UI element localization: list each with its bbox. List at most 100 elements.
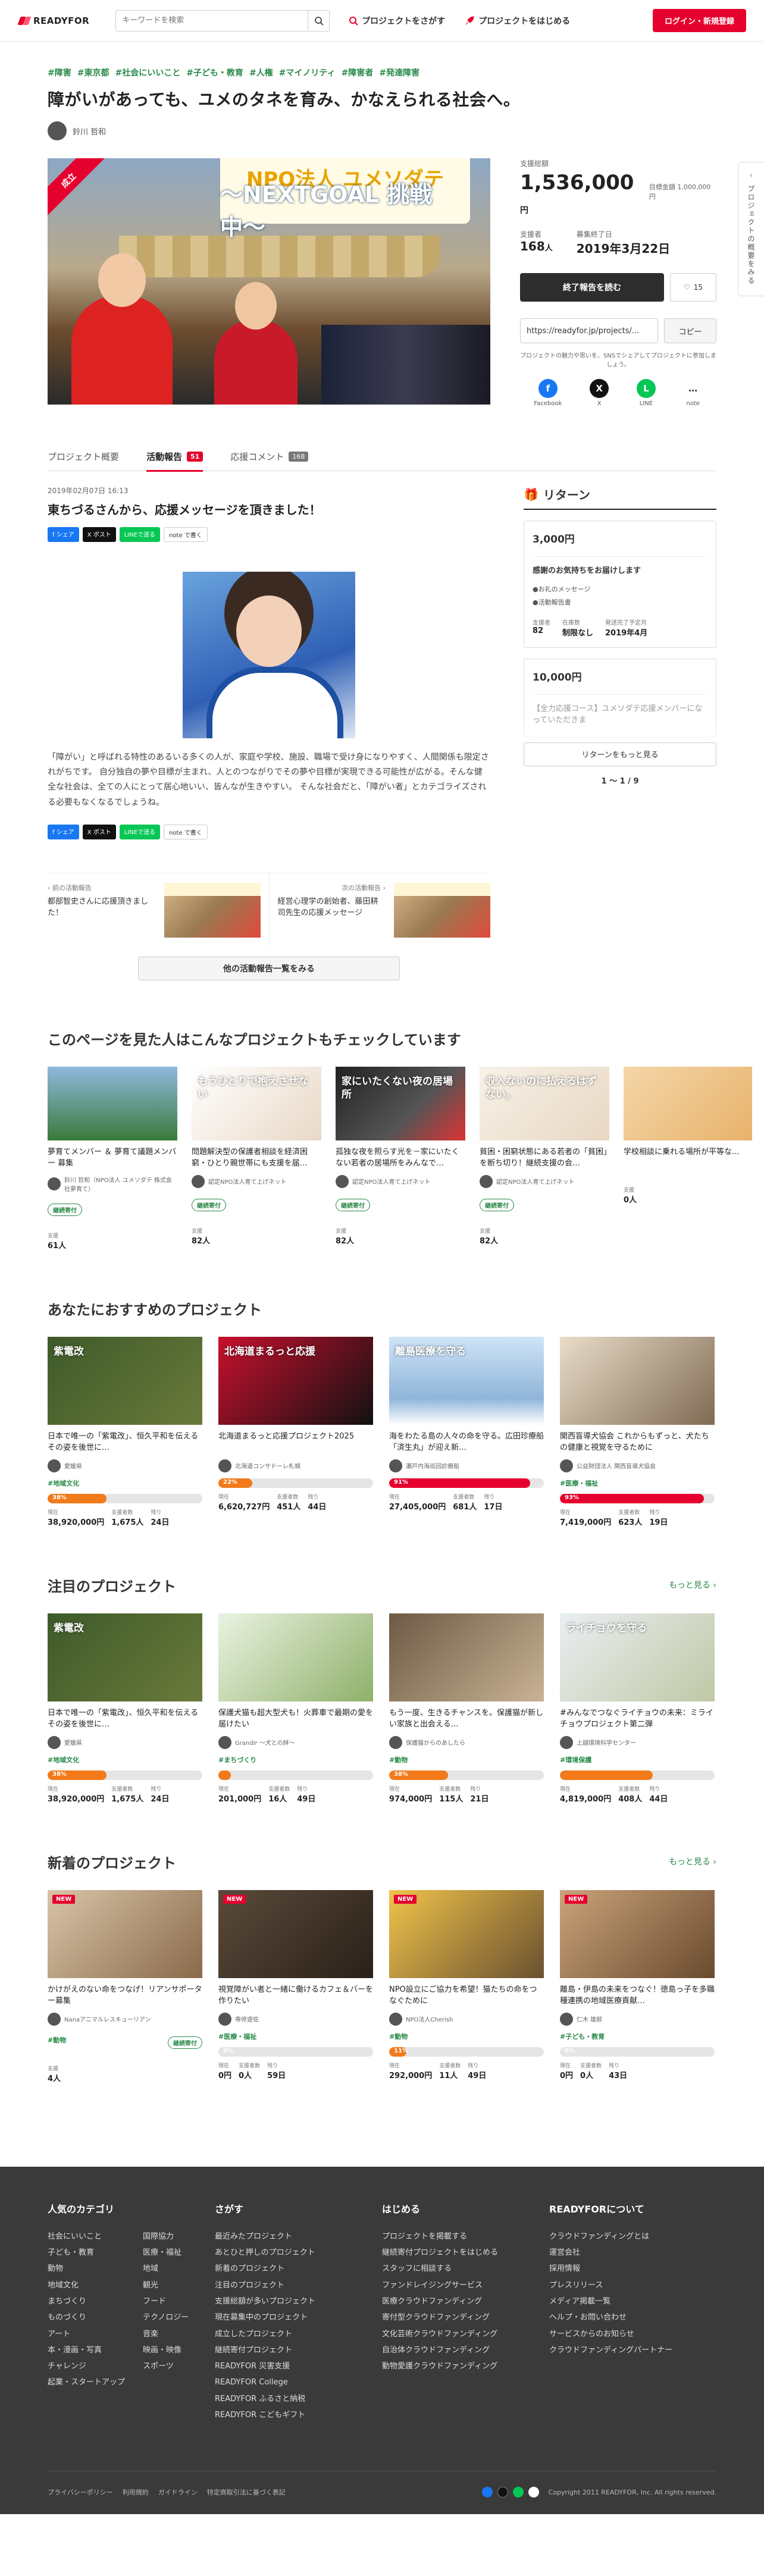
footer-link[interactable]: 動物愛護クラウドファンディング (382, 2358, 549, 2374)
footer-link[interactable]: クラウドファンディングパートナー (549, 2342, 716, 2358)
footer-link[interactable]: あとひと押しのプロジェクト (215, 2245, 382, 2261)
project-category-tag[interactable]: #動物 (389, 1755, 544, 1765)
footer-link[interactable]: 観光 (143, 2277, 189, 2293)
x-post-button[interactable]: X ポスト (82, 824, 116, 839)
footer-link[interactable]: 映画・映像 (143, 2342, 189, 2358)
project-card[interactable]: 紫電改 日本で唯一の「紫電改」、恒久平和を伝えるその姿を後世に… 愛媛県 #地域文化 3… (48, 1613, 202, 1804)
legal-link[interactable]: ガイドライン (158, 2487, 198, 2497)
tab-reports[interactable]: 活動報告 51 (146, 443, 203, 472)
return-card[interactable]: 3,000円 感謝のお気持ちをお届けします ●お礼のメッセージ ●活動報告書 支… (524, 521, 716, 648)
note-write-button[interactable]: note で書く (164, 527, 208, 542)
next-report-link[interactable]: 次の活動報告 › 経営心理学の創始者、藤田耕司先生の応援メッセージ (270, 873, 490, 947)
footer-link[interactable]: 継続寄付プロジェクトをはじめる (382, 2245, 549, 2261)
footer-link[interactable]: 動物 (48, 2261, 125, 2277)
search-icon[interactable] (308, 10, 329, 31)
footer-link[interactable]: スタッフに相談する (382, 2261, 549, 2277)
footer-link[interactable]: READYFOR 災害支援 (215, 2358, 382, 2374)
legal-link[interactable]: プライバシーポリシー (48, 2487, 113, 2497)
project-card[interactable]: NEW 視覚障がい者と一緒に働けるカフェ＆バーを作りたい 専修遊佐 #医療・福祉 0% 現… (218, 1889, 373, 2083)
footer-link[interactable]: 寄付型クラウドファンディング (382, 2309, 549, 2326)
footer-link[interactable]: READYFOR こどもギフト (215, 2407, 382, 2423)
project-card[interactable]: ライチョウを守る #みんなでつなぐライチョウの未来：ミライチョウプロジェクト第二弾… (560, 1613, 715, 1804)
footer-link[interactable]: プレスリリース (549, 2277, 716, 2293)
project-card[interactable]: 離島医療を守る 海をわたる島の人々の命を守る。広田珍療船「済生丸」が迎え新… 瀬戸内… (389, 1336, 544, 1527)
project-card[interactable]: 紫電改 日本で唯一の「紫電改」、恒久平和を伝えるその姿を後世に… 愛媛県 #地域文化 3… (48, 1336, 202, 1527)
facebook-share-button[interactable]: f シェア (48, 824, 79, 839)
project-category-tag[interactable]: #医療・福祉 (560, 1478, 715, 1488)
project-card[interactable]: もう一度、生きるチャンスを。保護猫が新しい家族と出会える… 保護猫からのあしたら #… (389, 1613, 544, 1804)
search-input[interactable] (116, 10, 308, 31)
share-url-field[interactable]: https://readyfor.jp/projects/... (520, 318, 658, 343)
readyfor-logo[interactable]: READYFOR (18, 15, 89, 26)
project-category-tag[interactable]: #地域文化 (48, 1755, 202, 1765)
footer-link[interactable]: プロジェクトを掲載する (382, 2229, 549, 2245)
tag[interactable]: #障害者 (342, 67, 374, 79)
tag[interactable]: #東京都 (77, 67, 109, 79)
project-owner[interactable]: 鈴川 哲和 (48, 121, 716, 140)
project-card[interactable]: もうひとりで抱えさせない 問題解決型の保護者相談を経済困窮・ひとり親世帯にも支援を… (192, 1066, 321, 1251)
facebook-share-button[interactable]: f シェア (48, 527, 79, 542)
footer-link[interactable]: 起業・スタートアップ (48, 2374, 125, 2390)
footer-link[interactable]: 社会にいいこと (48, 2229, 125, 2245)
project-card[interactable]: 学校相談に乗れる場所が平等な… 支援 0人 (624, 1066, 752, 1251)
more-returns-button[interactable]: リターンをもっと見る (524, 742, 716, 766)
start-project-link[interactable]: プロジェクトをはじめる (464, 15, 570, 27)
find-project-link[interactable]: プロジェクトをさがす (349, 15, 445, 27)
project-category-tag[interactable]: #子ども・教育 (560, 2032, 715, 2041)
project-category-tag[interactable]: 継続寄付 (192, 1194, 321, 1211)
project-category-tag[interactable]: #動物 継続寄付 (48, 2032, 202, 2049)
x-icon[interactable] (497, 2487, 508, 2498)
tag[interactable]: #社会にいいこと (115, 67, 180, 79)
copy-button[interactable]: コピー (664, 318, 716, 343)
footer-link[interactable]: テクノロジー (143, 2309, 189, 2326)
footer-link[interactable]: 医療クラウドファンディング (382, 2293, 549, 2309)
footer-link[interactable]: 運営会社 (549, 2245, 716, 2261)
note-share[interactable]: … note (683, 379, 703, 407)
footer-link[interactable]: 文化芸術クラウドファンディング (382, 2326, 549, 2342)
legal-link[interactable]: 利用規約 (123, 2487, 149, 2497)
project-card[interactable]: 家にいたくない夜の居場所 孤独な夜を照らす光を－家にいたくない若者の居場所をみんな… (336, 1066, 465, 1251)
prev-report-link[interactable]: ‹ 前の活動報告 都部智史さんに応援頂きました！ (48, 873, 270, 947)
footer-link[interactable]: 地域文化 (48, 2277, 125, 2293)
footer-link[interactable]: 音楽 (143, 2326, 189, 2342)
project-category-tag[interactable]: #環境保護 (560, 1755, 715, 1765)
return-card[interactable]: 10,000円 【全力応援コース】ユメソダテ応援メンバーになっていただきま (524, 658, 716, 737)
tab-comments[interactable]: 応援コメント 168 (230, 443, 309, 471)
footer-link[interactable]: 採用情報 (549, 2261, 716, 2277)
footer-link[interactable]: 支援総額が多いプロジェクト (215, 2293, 382, 2309)
all-reports-button[interactable]: 他の活動報告一覧をみる (138, 956, 400, 980)
project-category-tag[interactable]: 継続寄付 (48, 1199, 177, 1216)
footer-link[interactable]: サービスからのお知らせ (549, 2326, 716, 2342)
featured-more-link[interactable]: もっと見る › (669, 1579, 716, 1591)
footer-link[interactable]: ヘルプ・お問い合わせ (549, 2309, 716, 2326)
line-share[interactable]: L LINE (636, 379, 656, 407)
x-post-button[interactable]: X ポスト (82, 527, 116, 542)
footer-link[interactable]: 子ども・教育 (48, 2245, 125, 2261)
footer-link[interactable]: まちづくり (48, 2293, 125, 2309)
line-send-button[interactable]: LINEで送る (119, 527, 161, 542)
footer-link[interactable]: READYFOR College (215, 2374, 382, 2390)
x-share[interactable]: XX (590, 379, 609, 407)
project-card[interactable]: 収入ないのに払えるはずない。 貧困・困窮状態にある若者の「貧困」を断ち切り！継続支… (480, 1066, 609, 1251)
project-category-tag[interactable]: 継続寄付 (336, 1194, 465, 1211)
read-final-report-button[interactable]: 終了報告を読む (520, 273, 664, 302)
project-card[interactable]: NEW かけがえのない命をつなげ！リアンサポーター募集 Nanaアニマルレスキューリ… (48, 1889, 202, 2083)
project-category-tag[interactable]: #動物 (389, 2032, 544, 2041)
footer-link[interactable]: 継続寄付プロジェクト (215, 2342, 382, 2358)
note-icon[interactable] (528, 2487, 539, 2498)
facebook-icon[interactable] (481, 2487, 493, 2498)
facebook-share[interactable]: f Facebook (534, 379, 562, 407)
footer-link[interactable]: 成立したプロジェクト (215, 2326, 382, 2342)
project-card[interactable]: NEW 離島・伊島の未来をつなぐ！徳島っ子を多職種連携の地域医療貢献… 仁木 雄郎 #… (560, 1889, 715, 2083)
footer-link[interactable]: 最近みたプロジェクト (215, 2229, 382, 2245)
footer-link[interactable]: READYFOR ふるさと納税 (215, 2391, 382, 2407)
favorite-button[interactable]: ♡ 15 (670, 273, 716, 302)
tag[interactable]: #マイノリティ (279, 67, 336, 79)
footer-link[interactable]: 本・漫画・写真 (48, 2342, 125, 2358)
project-summary-sidetab[interactable]: ‹ プロジェクトの概要をみる (738, 162, 764, 296)
footer-link[interactable]: 自治体クラウドファンディング (382, 2342, 549, 2358)
login-button[interactable]: ログイン・新規登録 (652, 9, 746, 32)
footer-link[interactable]: メディア掲載一覧 (549, 2293, 716, 2309)
project-card[interactable]: 北海道まるっと応援 北海道まるっと応援プロジェクト2025 北海道コンサドーレ札幌 2… (218, 1336, 373, 1527)
footer-link[interactable]: アート (48, 2326, 125, 2342)
